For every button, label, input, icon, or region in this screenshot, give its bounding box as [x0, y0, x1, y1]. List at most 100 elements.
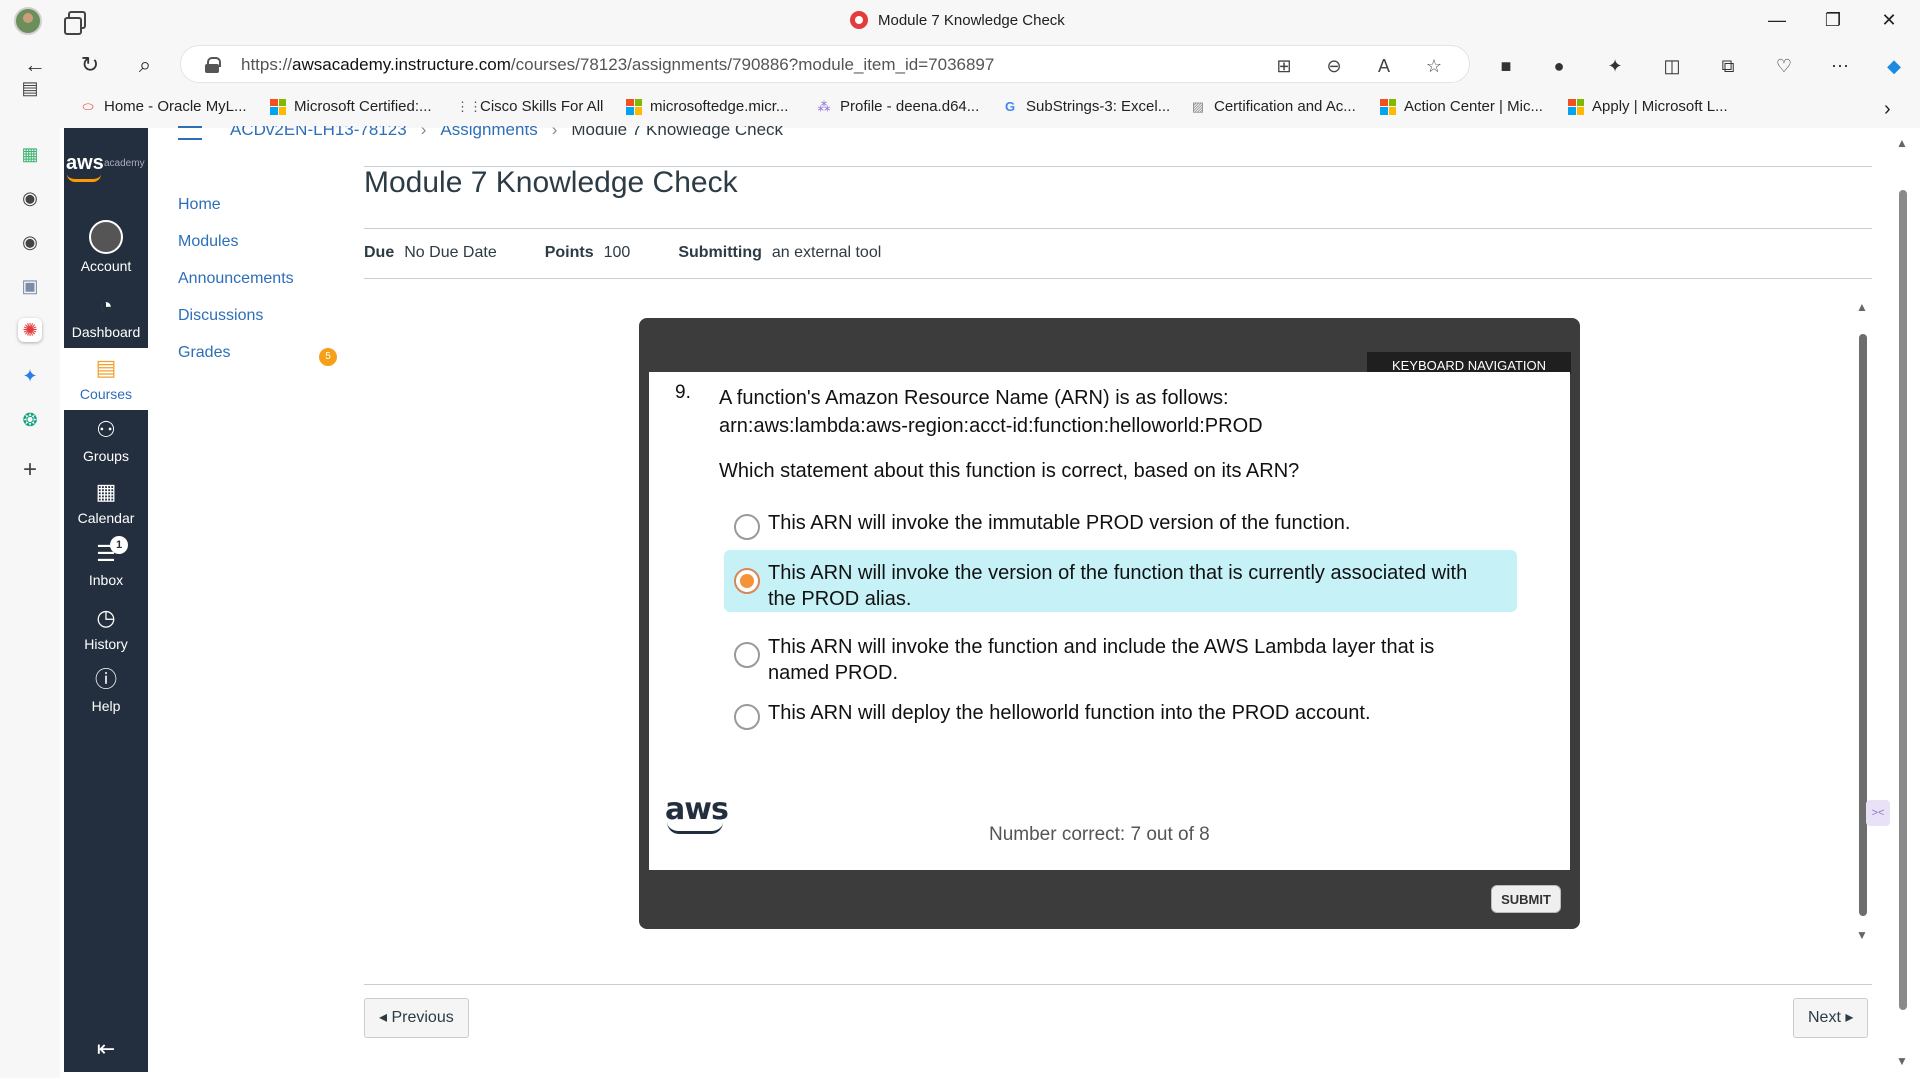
- split-screen-icon[interactable]: ◫: [1660, 54, 1684, 78]
- nav-courses[interactable]: ▤ Courses: [64, 348, 148, 410]
- profile-avatar[interactable]: [14, 7, 42, 35]
- bookmark-item[interactable]: G SubStrings-3: Excel...: [1002, 98, 1170, 115]
- nav-calendar[interactable]: ▦ Calendar: [64, 472, 148, 534]
- bookmark-item[interactable]: ▨ Certification and Ac...: [1190, 98, 1356, 115]
- scroll-thumb[interactable]: [1859, 334, 1867, 916]
- radio-button[interactable]: [734, 642, 760, 668]
- divider: [364, 984, 1872, 985]
- nav-account[interactable]: Account: [64, 218, 148, 280]
- vertical-tabs-icon[interactable]: ▤: [18, 76, 42, 100]
- close-window-button[interactable]: ✕: [1866, 6, 1912, 34]
- browser-titlebar: Module 7 Knowledge Check — ❐ ✕: [0, 0, 1920, 40]
- question-panel: 9. A function's Amazon Resource Name (AR…: [649, 372, 1570, 870]
- course-menu-hamburger-icon[interactable]: [178, 126, 202, 140]
- canvas-favicon-icon: [850, 11, 868, 29]
- zoom-icon[interactable]: ⊖: [1323, 55, 1345, 77]
- course-nav-modules[interactable]: Modules: [178, 233, 294, 270]
- github-icon[interactable]: ◉: [18, 186, 42, 210]
- due-value: No Due Date: [404, 244, 497, 261]
- window-title: Module 7 Knowledge Check: [850, 11, 1065, 29]
- cookie-extension-icon[interactable]: ●: [1547, 54, 1571, 78]
- canvas-app-icon[interactable]: ✺: [18, 318, 42, 342]
- course-nav-grades[interactable]: Grades: [178, 344, 294, 381]
- course-nav-home[interactable]: Home: [178, 196, 294, 233]
- favorite-star-icon[interactable]: ☆: [1423, 55, 1445, 77]
- bookmark-item[interactable]: Action Center | Mic...: [1380, 98, 1543, 115]
- answer-option[interactable]: This ARN will invoke the immutable PROD …: [724, 500, 1517, 552]
- window-title-text: Module 7 Knowledge Check: [878, 11, 1065, 29]
- microsoft-logo-icon: [1380, 98, 1396, 115]
- scroll-thumb[interactable]: [1899, 190, 1907, 1010]
- collections-icon[interactable]: ⧉: [1716, 54, 1740, 78]
- github-icon[interactable]: ◉: [18, 230, 42, 254]
- lock-icon[interactable]: [205, 57, 221, 73]
- aws-smile-icon: [667, 822, 723, 834]
- submitting-value: an external tool: [771, 244, 882, 261]
- nav-history[interactable]: ◷ History: [64, 598, 148, 660]
- scroll-up-icon[interactable]: ▲: [1856, 300, 1868, 314]
- radio-button-selected[interactable]: [734, 568, 760, 594]
- courses-icon: ▤: [95, 355, 117, 380]
- google-icon: G: [1004, 98, 1016, 114]
- search-icon[interactable]: ⌕: [130, 50, 160, 80]
- inbox-unread-badge: 1: [110, 536, 128, 554]
- app-icon[interactable]: ▣: [18, 274, 42, 298]
- nav-dashboard[interactable]: ◔ Dashboard: [64, 286, 148, 348]
- extension-black-icon[interactable]: ■: [1494, 54, 1518, 78]
- account-icon: [89, 220, 123, 254]
- extensions-puzzle-icon[interactable]: ✦: [1603, 54, 1627, 78]
- tab-actions-icon[interactable]: [64, 11, 86, 35]
- collapse-nav-icon[interactable]: ⇤: [90, 1036, 122, 1061]
- url-text[interactable]: https://awsacademy.instructure.com/cours…: [241, 55, 994, 75]
- external-tool-frame: KEYBOARD NAVIGATION 9. A function's Amaz…: [639, 318, 1580, 929]
- bookmark-item[interactable]: ⬭ Home - Oracle MyL...: [80, 98, 246, 115]
- minimize-button[interactable]: —: [1754, 6, 1800, 34]
- add-sidebar-app-icon[interactable]: +: [18, 458, 42, 482]
- maximize-button[interactable]: ❐: [1810, 6, 1856, 34]
- page-scrollbar[interactable]: ▲ ▼: [1896, 130, 1910, 1076]
- scroll-down-icon[interactable]: ▼: [1896, 1054, 1908, 1068]
- scroll-up-icon[interactable]: ▲: [1896, 136, 1908, 150]
- nav-help[interactable]: ⓘ Help: [64, 660, 148, 722]
- answer-option[interactable]: This ARN will deploy the helloworld func…: [724, 698, 1517, 750]
- copilot-sidebar-icon[interactable]: ✦: [18, 364, 42, 388]
- nav-groups[interactable]: ⚇ Groups: [64, 410, 148, 472]
- browser-essentials-icon[interactable]: ♡: [1772, 54, 1796, 78]
- frame-scrollbar[interactable]: ▲ ▼: [1856, 300, 1870, 950]
- oracle-icon: ⬭: [82, 98, 94, 114]
- bookmarks-bar: ⬭ Home - Oracle MyL... Microsoft Certifie…: [60, 88, 1920, 128]
- course-nav-discussions[interactable]: Discussions: [178, 307, 294, 344]
- sheets-icon[interactable]: ▦: [18, 142, 42, 166]
- keyboard-navigation-button[interactable]: KEYBOARD NAVIGATION: [1367, 352, 1571, 374]
- radio-button[interactable]: [734, 704, 760, 730]
- nav-inbox[interactable]: ☰ 1 Inbox: [64, 534, 148, 596]
- refresh-icon[interactable]: ↻: [75, 50, 105, 80]
- more-menu-icon[interactable]: ⋯: [1828, 54, 1852, 78]
- next-button[interactable]: Next ▸: [1793, 998, 1869, 1038]
- bookmark-item[interactable]: Apply | Microsoft L...: [1568, 98, 1728, 115]
- bookmark-item[interactable]: microsoftedge.micr...: [626, 98, 788, 115]
- bookmark-item[interactable]: ⋮⋮ Cisco Skills For All: [456, 98, 603, 115]
- copilot-icon[interactable]: ◆: [1882, 54, 1906, 78]
- bookmark-item[interactable]: Microsoft Certified:...: [270, 98, 432, 115]
- course-nav-announcements[interactable]: Announcements: [178, 270, 294, 307]
- chatgpt-icon[interactable]: ❂: [18, 408, 42, 432]
- answer-option[interactable]: This ARN will invoke the function and in…: [724, 624, 1517, 686]
- question-number: 9.: [675, 382, 691, 403]
- submit-button[interactable]: SUBMIT: [1491, 885, 1561, 913]
- course-nav: Home Modules Announcements Discussions G…: [178, 196, 294, 381]
- answer-option-selected[interactable]: This ARN will invoke the version of the …: [724, 550, 1517, 612]
- groups-icon: ⚇: [96, 417, 116, 442]
- microsoft-logo-icon: [270, 98, 286, 115]
- radio-button[interactable]: [734, 514, 760, 540]
- app-available-icon[interactable]: ⊞: [1273, 55, 1295, 77]
- bookmarks-overflow-chevron-icon[interactable]: ›: [1884, 98, 1891, 121]
- bookmark-item[interactable]: ⁂ Profile - deena.d64...: [816, 98, 980, 115]
- floating-extension-tab-icon[interactable]: ><: [1866, 800, 1890, 826]
- read-aloud-icon[interactable]: A: [1373, 55, 1395, 77]
- microsoft-logo-icon: [1568, 98, 1584, 115]
- scroll-down-icon[interactable]: ▼: [1856, 928, 1868, 942]
- previous-button[interactable]: ◂ Previous: [364, 998, 469, 1038]
- address-bar[interactable]: https://awsacademy.instructure.com/cours…: [180, 45, 1470, 83]
- aws-academy-logo[interactable]: aws academy: [64, 152, 148, 192]
